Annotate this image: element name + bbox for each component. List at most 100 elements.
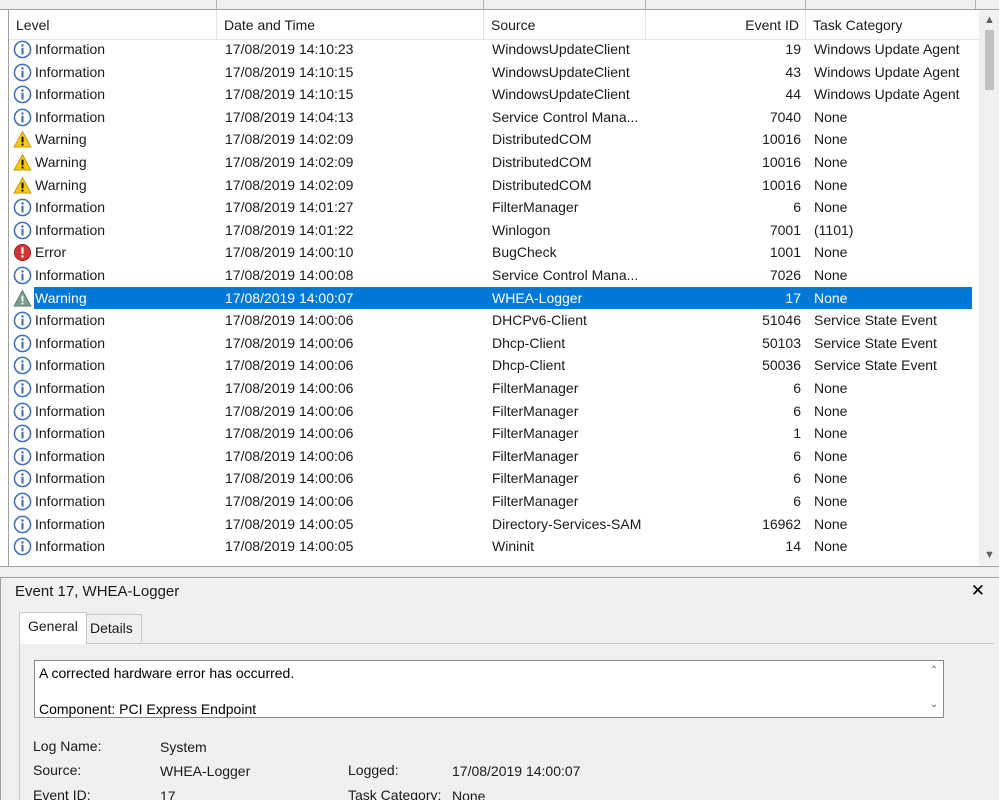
cell-source: BugCheck [492, 244, 557, 261]
cell-source: DistributedCOM [492, 176, 592, 193]
cell-event-id: 17 [785, 289, 801, 306]
cell-date: 17/08/2019 14:00:06 [225, 425, 354, 442]
cell-date: 17/08/2019 14:10:23 [225, 41, 354, 57]
column-header-task-category[interactable]: Task Category [806, 10, 979, 40]
table-row[interactable]: Information 17/08/2019 14:01:22 Winlogon 70… [9, 219, 979, 242]
column-header-level[interactable]: Level [9, 10, 217, 40]
cell-event-id: 6 [793, 447, 801, 464]
message-scrollbar[interactable]: ⌃ ⌄ [925, 661, 943, 717]
column-header-date[interactable]: Date and Time [217, 10, 484, 40]
cell-source: FilterManager [492, 493, 579, 509]
cell-date: 17/08/2019 14:00:05 [225, 538, 354, 555]
scroll-up-icon[interactable]: ▲ [979, 12, 999, 29]
cell-source: FilterManager [492, 447, 579, 464]
table-row[interactable]: Warning 17/08/2019 14:02:09 DistributedCOM… [9, 174, 979, 197]
close-icon[interactable]: ✕ [971, 581, 985, 601]
cell-source: WindowsUpdateClient [492, 41, 630, 57]
cell-source: Dhcp-Client [492, 357, 566, 374]
table-row[interactable]: Error 17/08/2019 14:00:10 BugCheck 1001 None [9, 241, 979, 264]
strip-divider [216, 0, 217, 9]
table-row[interactable]: Information 17/08/2019 14:10:15 WindowsUpd… [9, 61, 979, 84]
table-row[interactable]: Information 17/08/2019 14:00:05 Directory-… [9, 513, 979, 536]
cell-event-id: 16962 [762, 515, 801, 532]
strip-divider [805, 0, 806, 9]
cell-level: Information [35, 357, 106, 374]
cell-task-category: Service State Event [814, 334, 937, 351]
table-row[interactable]: Information 17/08/2019 14:00:06 FilterMana… [9, 490, 979, 513]
cell-source: Dhcp-Client [492, 334, 566, 351]
vertical-scrollbar[interactable]: ▲ ▼ [979, 10, 999, 566]
detail-title: Event 17, WHEA-Logger [15, 583, 180, 600]
cell-date: 17/08/2019 14:04:13 [225, 108, 354, 125]
chevron-up-icon[interactable]: ⌃ [925, 665, 943, 676]
event-list[interactable]: Level Date and Time Source Event ID Task… [8, 10, 999, 566]
cell-source: DHCPv6-Client [492, 312, 587, 329]
table-row[interactable]: Information 17/08/2019 14:00:06 FilterMana… [9, 467, 979, 490]
tab-details[interactable]: Details [81, 614, 142, 642]
cell-date: 17/08/2019 14:00:06 [225, 402, 354, 419]
cell-source: Winlogon [492, 221, 551, 238]
warning-icon [13, 289, 32, 308]
cell-event-id: 10016 [762, 176, 801, 193]
info-icon [13, 108, 32, 127]
cell-source: Directory-Services-SAM [492, 515, 642, 532]
event-message-box[interactable]: A corrected hardware error has occurred.… [34, 660, 944, 718]
table-row[interactable]: Warning 17/08/2019 14:02:09 DistributedCOM… [9, 128, 979, 151]
table-row[interactable]: Information 17/08/2019 14:10:15 WindowsUpd… [9, 83, 979, 106]
cell-task-category: None [814, 108, 848, 125]
table-row[interactable]: Information 17/08/2019 14:00:06 FilterMana… [9, 445, 979, 468]
pane-splitter[interactable] [0, 566, 999, 578]
log-name-value: System [160, 739, 207, 755]
table-row[interactable]: Warning 17/08/2019 14:00:07 WHEA-Logger 17 N… [9, 286, 979, 310]
cell-event-id: 6 [793, 493, 801, 509]
strip-divider [975, 0, 976, 9]
cell-date: 17/08/2019 14:00:10 [225, 244, 354, 261]
cell-task-category: Windows Update Agent [814, 41, 960, 57]
cell-task-category: None [814, 289, 848, 306]
table-row[interactable]: Information 17/08/2019 14:10:23 WindowsUpd… [9, 38, 979, 61]
cell-task-category: None [814, 402, 848, 419]
cell-source: WindowsUpdateClient [492, 86, 630, 103]
cell-task-category: None [814, 267, 848, 283]
table-row[interactable]: Information 17/08/2019 14:00:05 Wininit 14 N… [9, 535, 979, 558]
table-row[interactable]: Information 17/08/2019 14:00:06 DHCPv6-Cli… [9, 309, 979, 332]
info-icon [13, 63, 32, 82]
cell-source: Service Control Mana... [492, 108, 639, 125]
cell-level: Warning [35, 289, 87, 306]
warning-icon [13, 130, 32, 149]
chevron-down-icon[interactable]: ⌄ [925, 699, 943, 710]
table-row[interactable]: Information 17/08/2019 14:00:08 Service Co… [9, 264, 979, 287]
info-icon [13, 85, 32, 104]
table-row[interactable]: Warning 17/08/2019 14:02:09 DistributedCOM… [9, 151, 979, 174]
table-row[interactable]: Information 17/08/2019 14:04:13 Service Co… [9, 106, 979, 129]
cell-event-id: 43 [785, 63, 801, 80]
cell-task-category: None [814, 470, 848, 487]
table-row[interactable]: Information 17/08/2019 14:01:27 FilterMana… [9, 196, 979, 219]
table-row[interactable]: Information 17/08/2019 14:00:06 FilterMana… [9, 377, 979, 400]
cell-level: Information [35, 312, 106, 329]
info-icon [13, 40, 32, 59]
info-icon [13, 515, 32, 534]
tab-general[interactable]: General [19, 612, 87, 644]
column-header-source[interactable]: Source [484, 10, 646, 40]
event-id-label: Event ID: [33, 787, 91, 800]
cell-event-id: 7040 [769, 108, 801, 125]
scroll-thumb[interactable] [985, 30, 994, 90]
column-header-event-id[interactable]: Event ID [646, 10, 806, 40]
logged-value: 17/08/2019 14:00:07 [452, 763, 581, 779]
cell-date: 17/08/2019 14:00:08 [225, 267, 354, 283]
cell-source: FilterManager [492, 470, 579, 487]
cell-event-id: 6 [793, 380, 801, 396]
cell-level: Information [35, 515, 106, 532]
scroll-down-icon[interactable]: ▼ [979, 547, 999, 564]
cell-event-id: 44 [785, 86, 801, 103]
cell-date: 17/08/2019 14:00:06 [225, 334, 354, 351]
table-row[interactable]: Information 17/08/2019 14:00:06 FilterMana… [9, 422, 979, 445]
cell-date: 17/08/2019 14:10:15 [225, 63, 354, 80]
cell-source: WHEA-Logger [492, 289, 583, 306]
table-row[interactable]: Information 17/08/2019 14:00:06 Dhcp-Clien… [9, 332, 979, 355]
table-row[interactable]: Information 17/08/2019 14:00:06 Dhcp-Clien… [9, 354, 979, 377]
table-row[interactable]: Information 17/08/2019 14:00:06 FilterMana… [9, 400, 979, 423]
cell-task-category: None [814, 515, 848, 532]
source-label: Source: [33, 762, 82, 778]
